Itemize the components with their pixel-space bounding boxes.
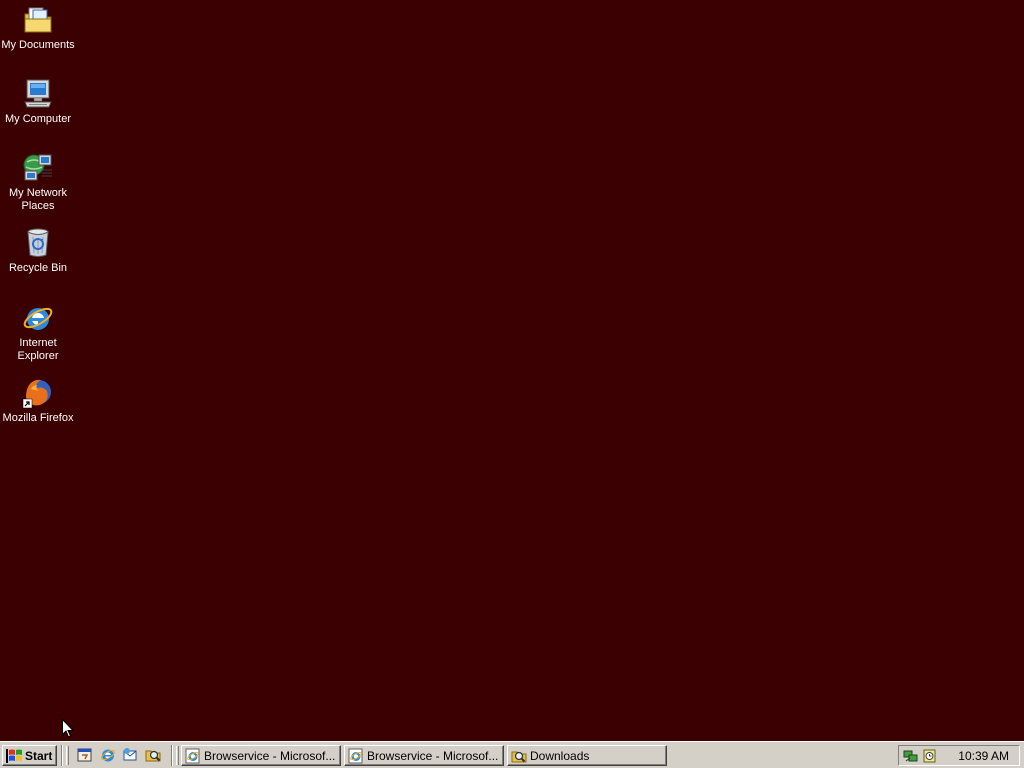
network-places-icon xyxy=(23,154,52,181)
taskbar-window-label: Browservice - Microsof... xyxy=(204,748,336,763)
network-activity-icon[interactable] xyxy=(903,748,919,764)
desktop-icon-internet-explorer[interactable]: Internet Explorer xyxy=(1,302,75,363)
outlook-express-icon[interactable] xyxy=(122,747,138,763)
internet-explorer-page-icon xyxy=(185,748,200,763)
taskbar-window-button[interactable]: Browservice - Microsof... xyxy=(181,745,341,766)
internet-explorer-page-icon xyxy=(348,748,363,763)
desktop-icon-label: My Computer xyxy=(4,113,72,125)
quick-launch-grip[interactable] xyxy=(66,746,69,765)
desktop-icon-label: Internet Explorer xyxy=(17,337,59,362)
desktop-icon-label: Recycle Bin xyxy=(8,262,68,274)
desktop-icon-my-network-places[interactable]: My Network Places xyxy=(1,152,75,213)
desktop[interactable]: My Documents My Computer My Network Plac… xyxy=(0,0,1024,741)
taskbar-separator xyxy=(61,745,63,766)
desktop-icon-my-documents[interactable]: My Documents xyxy=(1,4,75,52)
task-list-grip[interactable] xyxy=(176,746,179,765)
start-button[interactable]: Start xyxy=(2,745,57,766)
scheduled-task-icon[interactable] xyxy=(922,748,938,764)
internet-explorer-icon[interactable] xyxy=(100,747,116,763)
windows-logo-icon xyxy=(6,748,22,763)
desktop-icon-label: Mozilla Firefox xyxy=(2,412,74,424)
taskbar-window-label: Browservice - Microsof... xyxy=(367,748,499,763)
desktop-icon-recycle-bin[interactable]: Recycle Bin xyxy=(1,227,75,275)
desktop-icon-label: My Documents xyxy=(1,39,75,51)
taskbar-window-button[interactable]: Browservice - Microsof... xyxy=(344,745,504,766)
clock[interactable]: 10:39 AM xyxy=(958,749,1009,763)
start-label: Start xyxy=(25,748,53,763)
taskbar-window-button[interactable]: Downloads xyxy=(507,745,667,766)
system-tray: 10:39 AM xyxy=(898,745,1020,766)
mouse-pointer-icon xyxy=(62,719,74,738)
firefox-shortcut-icon xyxy=(22,379,51,409)
my-computer-icon xyxy=(24,79,52,108)
desktop-icon-my-computer[interactable]: My Computer xyxy=(1,78,75,126)
taskbar-separator xyxy=(171,745,173,766)
desktop-icon-label: My Network Places xyxy=(8,187,68,212)
my-documents-folder-icon xyxy=(24,7,52,33)
taskbar: Start Browservice - Microsof... Browserv… xyxy=(0,741,1024,768)
show-desktop-icon[interactable] xyxy=(77,747,93,763)
taskbar-window-label: Downloads xyxy=(530,748,590,763)
explorer-search-icon[interactable] xyxy=(145,747,161,763)
desktop-icon-mozilla-firefox[interactable]: Mozilla Firefox xyxy=(1,377,75,425)
internet-explorer-icon xyxy=(23,307,53,330)
recycle-bin-icon xyxy=(27,228,49,257)
folder-search-icon xyxy=(511,751,527,762)
